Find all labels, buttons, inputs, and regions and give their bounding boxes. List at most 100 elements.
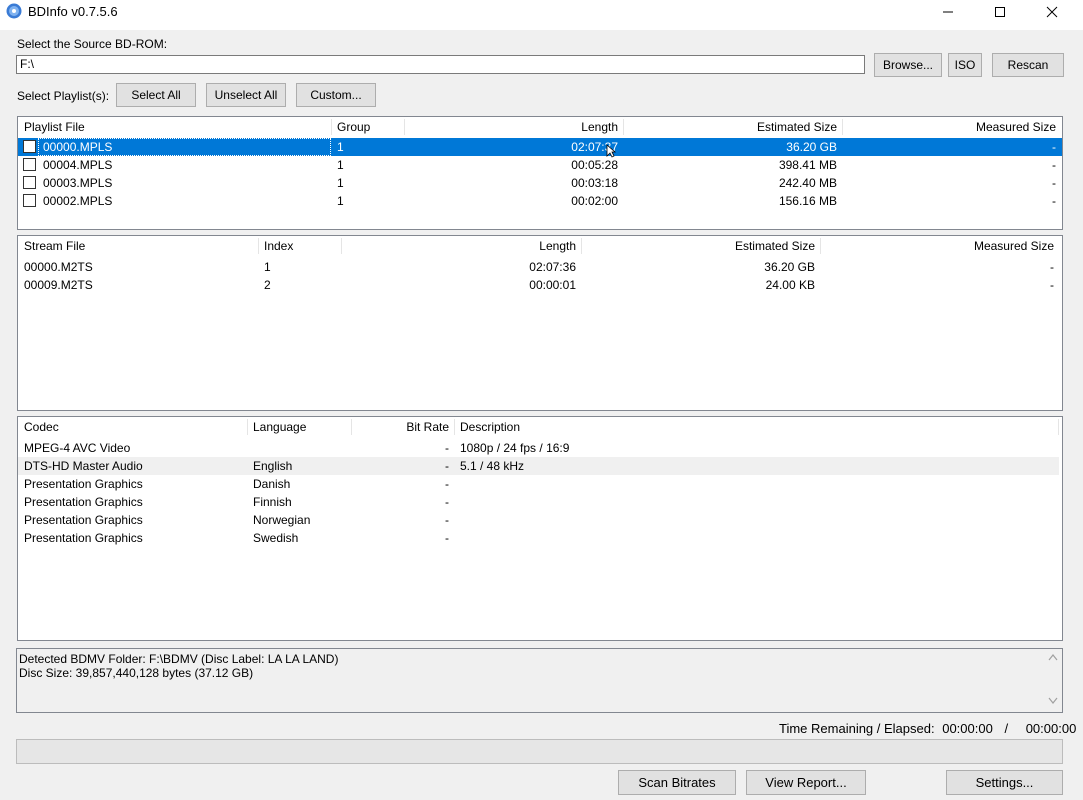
playlist-estimated-size: 36.20 GB xyxy=(786,140,837,154)
playlist-estimated-size: 156.16 MB xyxy=(778,194,837,208)
col-header-estimated-size[interactable]: Estimated Size xyxy=(582,236,820,256)
progress-bar xyxy=(16,739,1063,764)
playlist-file: 00002.MPLS xyxy=(43,194,113,208)
codec-bit-rate: - xyxy=(445,477,449,491)
codec-description: 1080p / 24 fps / 16:9 xyxy=(460,441,570,455)
playlist-row[interactable]: 00004.MPLS 1 00:05:28 398.41 MB - xyxy=(18,156,1062,174)
playlist-group: 1 xyxy=(337,194,344,208)
col-header-stream-file[interactable]: Stream File xyxy=(19,236,258,256)
playlist-measured-size: - xyxy=(1052,194,1056,208)
playlist-length: 00:03:18 xyxy=(571,176,618,190)
playlist-file: 00003.MPLS xyxy=(43,176,113,190)
playlist-measured-size: - xyxy=(1052,176,1056,190)
playlist-estimated-size: 398.41 MB xyxy=(778,158,837,172)
col-header-language[interactable]: Language xyxy=(248,417,351,437)
custom-button[interactable]: Custom... xyxy=(296,83,376,107)
browse-button[interactable]: Browse... xyxy=(874,53,942,77)
rescan-button[interactable]: Rescan xyxy=(992,53,1064,77)
stream-table[interactable]: Stream File Index Length Estimated Size … xyxy=(17,235,1063,411)
col-header-index[interactable]: Index xyxy=(259,236,341,256)
window-title: BDInfo v0.7.5.6 xyxy=(28,4,118,19)
codec-table[interactable]: Codec Language Bit Rate Description MPEG… xyxy=(17,416,1063,641)
col-header-length[interactable]: Length xyxy=(342,236,581,256)
codec-bit-rate: - xyxy=(445,531,449,545)
playlist-row[interactable]: 00002.MPLS 1 00:02:00 156.16 MB - xyxy=(18,192,1062,210)
info-line: Detected BDMV Folder: F:\BDMV (Disc Labe… xyxy=(19,652,339,666)
settings-button[interactable]: Settings... xyxy=(946,770,1063,795)
codec-name: Presentation Graphics xyxy=(24,477,143,491)
codec-row[interactable]: Presentation Graphics Danish - xyxy=(18,475,1059,493)
playlist-estimated-size: 242.40 MB xyxy=(778,176,837,190)
close-icon[interactable] xyxy=(1029,0,1075,24)
playlist-length: 02:07:37 xyxy=(571,140,618,154)
playlist-length: 00:05:28 xyxy=(571,158,618,172)
time-status-label: Time Remaining / Elapsed: xyxy=(779,721,935,736)
time-elapsed: 00:00:00 xyxy=(1025,721,1077,736)
scroll-up-icon[interactable] xyxy=(1048,653,1058,663)
codec-description xyxy=(455,475,1058,493)
codec-language: English xyxy=(253,459,293,473)
codec-language xyxy=(248,439,351,457)
time-separator: / xyxy=(1004,721,1009,736)
codec-row[interactable]: DTS-HD Master Audio English - 5.1 / 48 k… xyxy=(18,457,1059,475)
stream-measured-size: - xyxy=(1050,278,1054,292)
codec-bit-rate: - xyxy=(445,495,449,509)
iso-button[interactable]: ISO xyxy=(948,53,982,77)
playlist-checkbox[interactable] xyxy=(23,194,36,207)
maximize-icon[interactable] xyxy=(977,0,1023,24)
codec-row[interactable]: Presentation Graphics Norwegian - xyxy=(18,511,1059,529)
codec-name: Presentation Graphics xyxy=(24,495,143,509)
playlist-checkbox[interactable] xyxy=(23,158,36,171)
source-path-input[interactable]: F:\ xyxy=(16,55,865,74)
playlist-measured-size: - xyxy=(1052,140,1056,154)
time-status: Time Remaining / Elapsed: 00:00:00 / 00:… xyxy=(779,721,1076,736)
stream-row[interactable]: 00000.M2TS 1 02:07:36 36.20 GB - xyxy=(18,258,1062,276)
select-all-button[interactable]: Select All xyxy=(116,83,196,107)
stream-index: 1 xyxy=(264,260,271,274)
col-header-bit-rate[interactable]: Bit Rate xyxy=(352,417,454,437)
playlist-group: 1 xyxy=(337,140,344,154)
codec-row[interactable]: Presentation Graphics Finnish - xyxy=(18,493,1059,511)
playlist-file: 00004.MPLS xyxy=(43,158,113,172)
codec-name: Presentation Graphics xyxy=(24,531,143,545)
col-header-group[interactable]: Group xyxy=(332,117,404,137)
stream-row[interactable]: 00009.M2TS 2 00:00:01 24.00 KB - xyxy=(18,276,1062,294)
col-header-playlist-file[interactable]: Playlist File xyxy=(19,117,332,137)
playlist-measured-size: - xyxy=(1052,158,1056,172)
stream-length: 02:07:36 xyxy=(529,260,576,274)
view-report-button[interactable]: View Report... xyxy=(746,770,866,795)
codec-row[interactable]: Presentation Graphics Swedish - xyxy=(18,529,1059,547)
scroll-down-icon[interactable] xyxy=(1048,697,1058,707)
col-header-length[interactable]: Length xyxy=(405,117,623,137)
playlist-length: 00:02:00 xyxy=(571,194,618,208)
playlist-checkbox[interactable] xyxy=(23,176,36,189)
playlist-table[interactable]: Playlist File Group Length Estimated Siz… xyxy=(17,116,1063,230)
title-bar: BDInfo v0.7.5.6 xyxy=(0,0,1083,30)
info-textarea[interactable]: Detected BDMV Folder: F:\BDMV (Disc Labe… xyxy=(16,648,1063,713)
codec-row[interactable]: MPEG-4 AVC Video - 1080p / 24 fps / 16:9 xyxy=(18,439,1059,457)
codec-name: MPEG-4 AVC Video xyxy=(24,441,131,455)
col-header-codec[interactable]: Codec xyxy=(19,417,247,437)
col-header-description[interactable]: Description xyxy=(455,417,1058,437)
codec-description xyxy=(455,511,1058,529)
col-header-measured-size[interactable]: Measured Size xyxy=(843,117,1061,137)
col-header-measured-size[interactable]: Measured Size xyxy=(821,236,1059,256)
info-line: Disc Size: 39,857,440,128 bytes (37.12 G… xyxy=(19,666,254,680)
time-remaining: 00:00:00 xyxy=(942,721,993,736)
stream-measured-size: - xyxy=(1050,260,1054,274)
playlist-checkbox[interactable] xyxy=(23,140,36,153)
stream-estimated-size: 24.00 KB xyxy=(765,278,815,292)
playlist-group: 1 xyxy=(337,158,344,172)
col-header-estimated-size[interactable]: Estimated Size xyxy=(624,117,842,137)
select-playlists-label: Select Playlist(s): xyxy=(17,89,110,103)
scan-bitrates-button[interactable]: Scan Bitrates xyxy=(618,770,736,795)
source-label: Select the Source BD-ROM: xyxy=(17,37,168,51)
playlist-file: 00000.MPLS xyxy=(38,138,331,156)
codec-language: Swedish xyxy=(253,531,299,545)
unselect-all-button[interactable]: Unselect All xyxy=(206,83,286,107)
playlist-row[interactable]: 00003.MPLS 1 00:03:18 242.40 MB - xyxy=(18,174,1062,192)
playlist-row[interactable]: 00000.MPLS 1 02:07:37 36.20 GB - xyxy=(18,138,1062,158)
codec-bit-rate: - xyxy=(445,459,449,473)
codec-name: DTS-HD Master Audio xyxy=(24,459,143,473)
minimize-icon[interactable] xyxy=(925,0,971,24)
